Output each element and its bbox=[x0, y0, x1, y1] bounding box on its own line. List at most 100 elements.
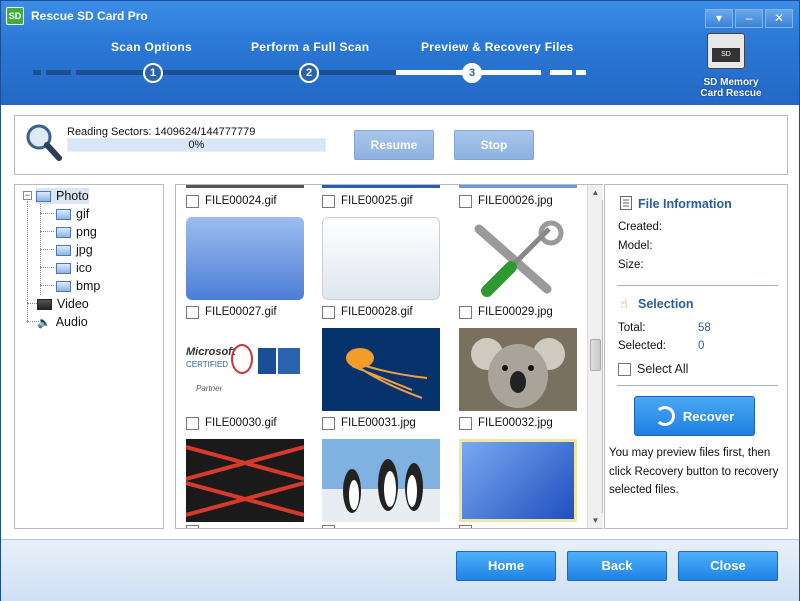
back-button[interactable]: Back bbox=[567, 551, 667, 581]
select-all-checkbox[interactable]: Select All bbox=[618, 362, 688, 376]
file-thumbnail-26[interactable] bbox=[459, 185, 577, 188]
file-checkbox[interactable] bbox=[186, 194, 199, 208]
file-type-tree: − Photo gif png jpg ico bmp Video 🔈 Audi… bbox=[14, 184, 164, 529]
tree-item-png[interactable]: png bbox=[56, 224, 97, 240]
file-checkbox[interactable] bbox=[186, 525, 199, 528]
tree-item-label: bmp bbox=[76, 279, 101, 293]
recover-button[interactable]: Recover bbox=[634, 396, 755, 436]
koala-thumbnail[interactable] bbox=[459, 328, 577, 411]
tree-item-bmp[interactable]: bmp bbox=[56, 278, 100, 294]
pattern-thumbnail[interactable] bbox=[186, 439, 304, 522]
blue-square-thumbnail[interactable] bbox=[459, 439, 577, 522]
file-item[interactable]: FILE00029.jpg bbox=[459, 304, 553, 320]
tree-connector bbox=[40, 267, 54, 268]
window-controls: ▾ – ✕ bbox=[705, 9, 793, 28]
footer-bar: Home Back Close bbox=[1, 539, 799, 601]
reading-sectors-label: Reading Sectors: bbox=[67, 126, 152, 138]
image-type-icon bbox=[56, 208, 71, 220]
file-item[interactable]: FILE00026.jpg bbox=[459, 193, 553, 209]
tree-connector bbox=[27, 201, 28, 323]
tree-item-jpg[interactable]: jpg bbox=[56, 242, 93, 258]
file-item[interactable]: FILE00028.gif bbox=[322, 304, 413, 320]
video-icon bbox=[37, 298, 52, 310]
dropdown-menu-button[interactable]: ▾ bbox=[705, 9, 733, 28]
file-checkbox[interactable] bbox=[322, 525, 335, 528]
file-grid-scrollbar[interactable]: ▲ ▼ bbox=[587, 185, 603, 528]
minimize-button[interactable]: – bbox=[735, 9, 763, 28]
tools-thumbnail[interactable] bbox=[459, 217, 577, 300]
step-circle-3: 3 bbox=[462, 63, 482, 83]
file-item[interactable]: FILE00032.jpg bbox=[459, 415, 553, 431]
home-button[interactable]: Home bbox=[456, 551, 556, 581]
jellyfish-thumbnail[interactable] bbox=[322, 328, 440, 411]
file-checkbox[interactable] bbox=[459, 194, 472, 208]
scan-progress-panel: Reading Sectors: 1409624/144777779 0% Re… bbox=[14, 115, 788, 175]
step-track-dash bbox=[33, 70, 41, 75]
file-checkbox[interactable] bbox=[459, 525, 472, 528]
file-name: FILE00025.gif bbox=[341, 195, 413, 207]
tree-item-video[interactable]: Video bbox=[37, 296, 89, 312]
logo-line1: Microsoft bbox=[186, 346, 236, 358]
selected-value: 0 bbox=[698, 340, 705, 352]
file-item[interactable]: FILE00025.gif bbox=[322, 193, 413, 209]
recover-hint-text: You may preview files first, then click … bbox=[609, 447, 779, 496]
sd-app-icon: SD bbox=[6, 7, 24, 25]
file-thumbnail-24[interactable] bbox=[186, 185, 304, 188]
section-divider bbox=[617, 285, 778, 286]
file-thumbnail-27[interactable] bbox=[186, 217, 304, 300]
penguins-thumbnail[interactable] bbox=[322, 439, 440, 522]
file-thumbnail-28[interactable] bbox=[322, 217, 440, 300]
image-type-icon bbox=[56, 262, 71, 274]
brand-caption-line2: Card Rescue bbox=[700, 88, 762, 99]
selected-label: Selected: bbox=[618, 340, 666, 352]
file-checkbox[interactable] bbox=[459, 416, 472, 430]
tree-item-photo[interactable]: Photo bbox=[36, 188, 89, 204]
scroll-down-arrow-icon[interactable]: ▼ bbox=[588, 513, 603, 528]
image-type-icon bbox=[56, 244, 71, 256]
resume-button[interactable]: Resume bbox=[354, 130, 434, 160]
close-button[interactable]: Close bbox=[678, 551, 778, 581]
logo-line3: Partner bbox=[196, 384, 223, 393]
info-panel: File Information Created: Model: Size: ☝… bbox=[604, 184, 788, 529]
select-all-box[interactable] bbox=[618, 362, 631, 376]
file-grid: FILE00024.gif FILE00025.gif FILE00026.jp… bbox=[175, 184, 603, 529]
tree-connector bbox=[40, 249, 54, 250]
app-title: Rescue SD Card Pro bbox=[31, 9, 148, 23]
collapse-toggle[interactable]: − bbox=[23, 191, 32, 200]
certified-logo-thumbnail[interactable]: Microsoft CERTIFIED Partner bbox=[186, 328, 304, 411]
step-label-full-scan: Perform a Full Scan bbox=[251, 40, 370, 54]
file-name: FILE00028.gif bbox=[341, 306, 413, 318]
step-track-dash bbox=[550, 70, 572, 75]
tree-item-label: Video bbox=[57, 297, 89, 311]
file-checkbox[interactable] bbox=[186, 416, 199, 430]
sd-card-text: SD bbox=[712, 48, 740, 62]
file-name: FILE00031.jpg bbox=[341, 417, 416, 429]
speaker-icon: 🔈 bbox=[37, 316, 51, 329]
file-checkbox[interactable] bbox=[322, 194, 335, 208]
tree-connector bbox=[40, 285, 54, 286]
file-checkbox[interactable] bbox=[322, 305, 335, 319]
image-type-icon bbox=[56, 226, 71, 238]
file-item[interactable]: FILE00031.jpg bbox=[322, 415, 416, 431]
file-checkbox[interactable] bbox=[186, 305, 199, 319]
scroll-up-arrow-icon[interactable]: ▲ bbox=[588, 185, 603, 200]
file-checkbox[interactable] bbox=[322, 416, 335, 430]
tree-item-audio[interactable]: 🔈 Audio bbox=[37, 314, 88, 330]
file-thumbnail-25[interactable] bbox=[322, 185, 440, 188]
file-item[interactable]: FILE00030.gif bbox=[186, 415, 277, 431]
tree-item-ico[interactable]: ico bbox=[56, 260, 92, 276]
close-window-button[interactable]: ✕ bbox=[765, 9, 793, 28]
file-item[interactable]: FILE00027.gif bbox=[186, 304, 277, 320]
recover-label: Recover bbox=[682, 408, 735, 424]
file-checkbox[interactable] bbox=[459, 305, 472, 319]
step-track-completed bbox=[76, 70, 396, 75]
wizard-header: SD Rescue SD Card Pro ▾ – ✕ Scan Options… bbox=[1, 1, 799, 105]
scrollbar-thumb[interactable] bbox=[590, 339, 601, 371]
stop-button[interactable]: Stop bbox=[454, 130, 534, 160]
file-item[interactable]: FILE00024.gif bbox=[186, 193, 277, 209]
reading-sectors-text: Reading Sectors: 1409624/144777779 bbox=[67, 126, 255, 138]
tree-item-gif[interactable]: gif bbox=[56, 206, 89, 222]
total-label: Total: bbox=[618, 322, 646, 334]
file-name: FILE00026.jpg bbox=[478, 195, 553, 207]
size-label: Size: bbox=[618, 259, 644, 271]
